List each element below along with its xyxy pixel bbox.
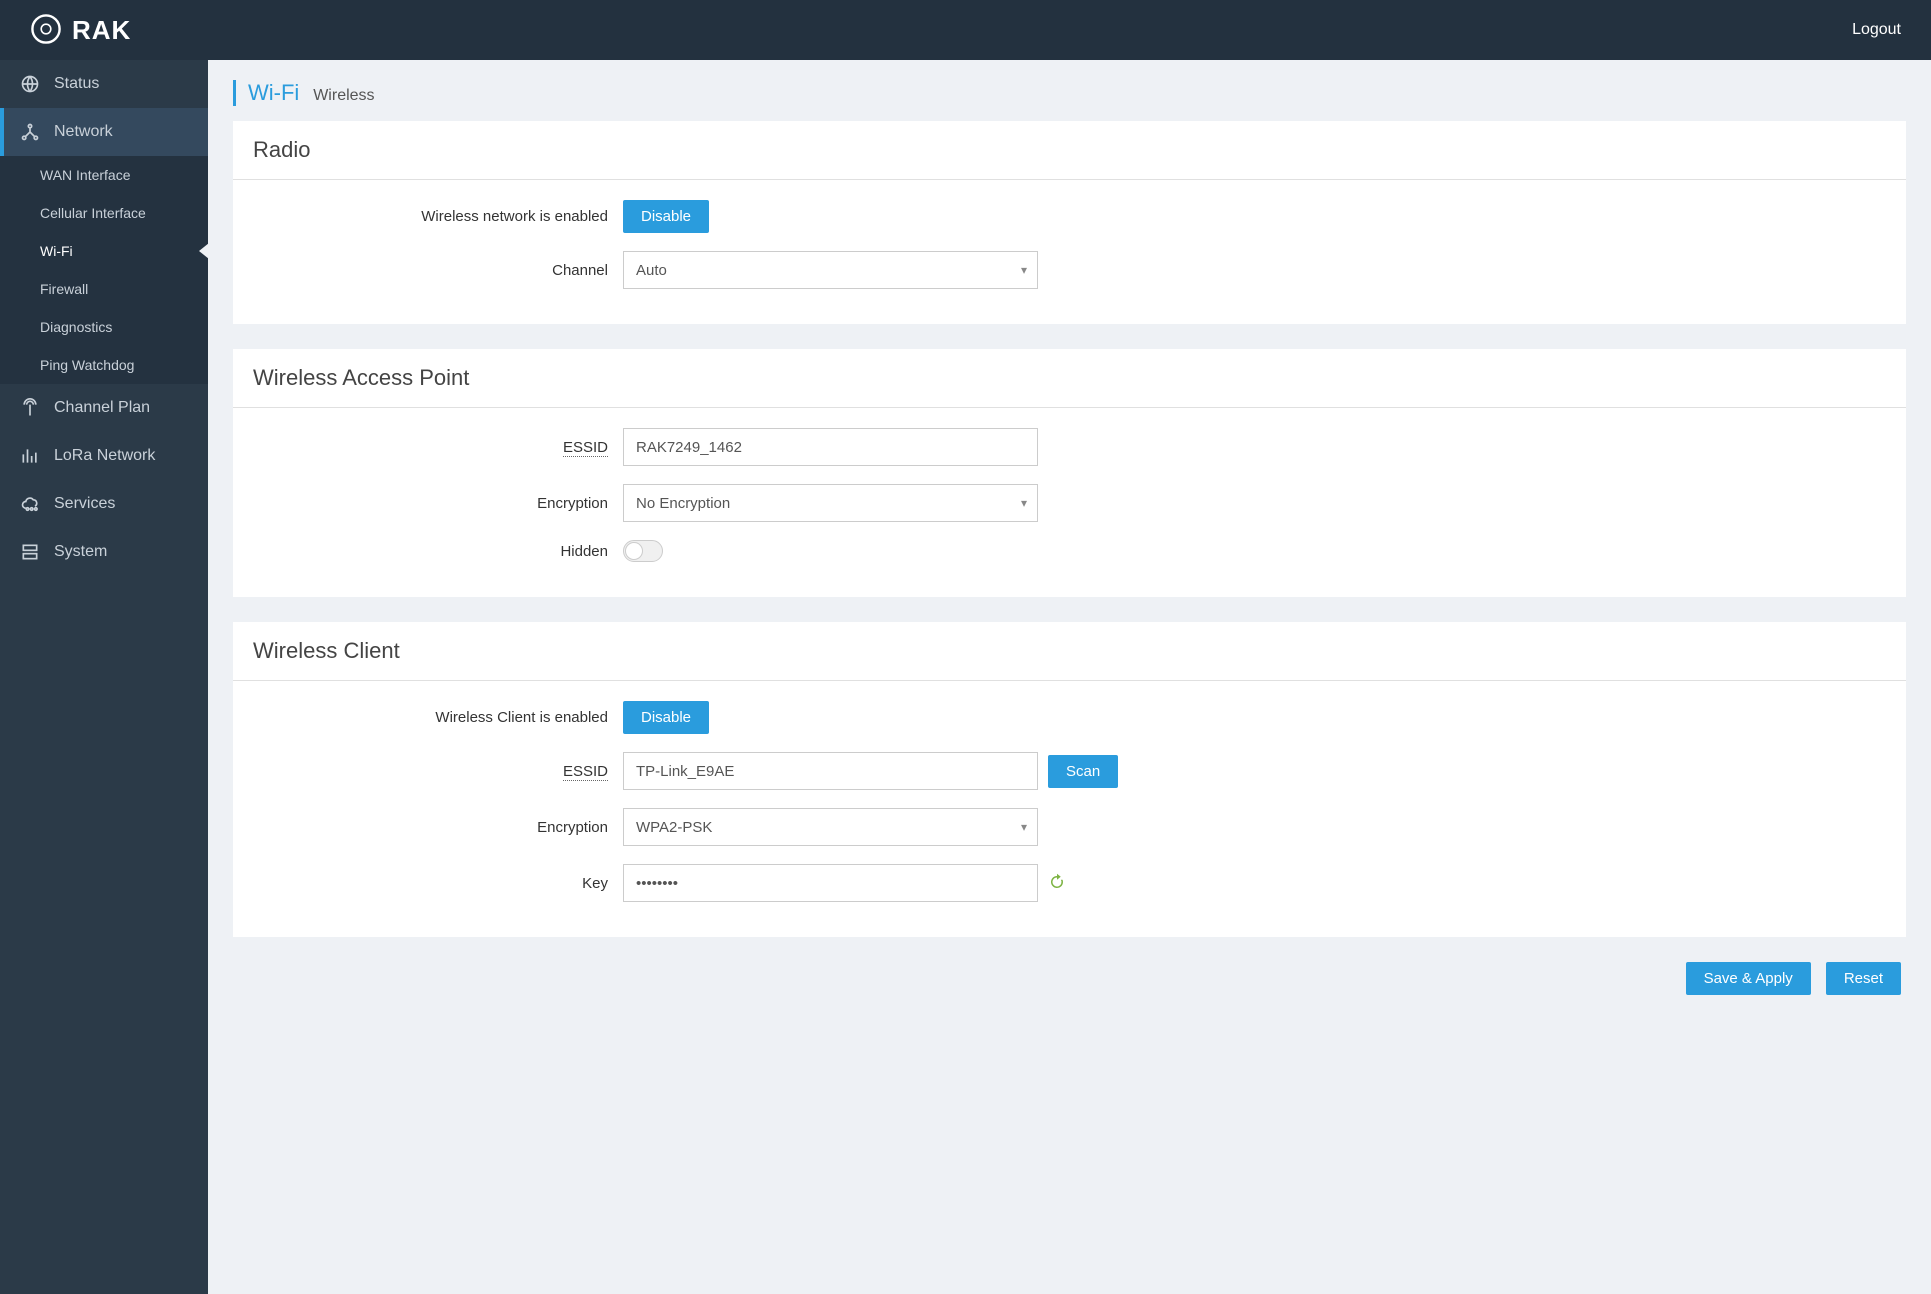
brand-text: RAK — [72, 15, 131, 46]
panel-wireless-client: Wireless Client Wireless Client is enabl… — [233, 622, 1906, 937]
sidebar-label: LoRa Network — [54, 447, 155, 465]
scan-button[interactable]: Scan — [1048, 755, 1118, 788]
client-encryption-select[interactable]: WPA2-PSK — [623, 808, 1038, 846]
sidebar-sub-firewall[interactable]: Firewall — [0, 270, 208, 308]
save-apply-button[interactable]: Save & Apply — [1686, 962, 1811, 995]
sidebar-label: System — [54, 543, 107, 561]
client-key-input[interactable] — [623, 864, 1038, 902]
brand-logo: RAK — [30, 13, 131, 48]
ap-hidden-toggle[interactable] — [623, 540, 663, 562]
ap-encryption-select[interactable]: No Encryption — [623, 484, 1038, 522]
panel-title: Wireless Access Point — [233, 349, 1906, 408]
sidebar-subitems-network: WAN Interface Cellular Interface Wi-Fi F… — [0, 156, 208, 384]
sidebar-item-system[interactable]: System — [0, 528, 208, 576]
brand-icon — [30, 13, 62, 48]
sidebar-sub-wifi[interactable]: Wi-Fi — [0, 232, 208, 270]
ap-essid-input[interactable] — [623, 428, 1038, 466]
logout-link[interactable]: Logout — [1852, 21, 1901, 39]
top-bar: RAK Logout — [0, 0, 1931, 60]
sidebar-item-services[interactable]: Services — [0, 480, 208, 528]
breadcrumb: Wi-Fi Wireless — [233, 80, 1906, 106]
client-essid-label: ESSID — [563, 763, 608, 781]
ap-essid-label: ESSID — [563, 439, 608, 457]
refresh-icon[interactable] — [1048, 873, 1066, 894]
sidebar-sub-wan[interactable]: WAN Interface — [0, 156, 208, 194]
panel-title: Radio — [233, 121, 1906, 180]
ap-encryption-label: Encryption — [253, 495, 623, 512]
bars-icon — [20, 446, 40, 466]
sidebar-label: Services — [54, 495, 115, 513]
client-disable-button[interactable]: Disable — [623, 701, 709, 734]
ap-hidden-label: Hidden — [253, 543, 623, 560]
channel-select[interactable]: Auto — [623, 251, 1038, 289]
network-icon — [20, 122, 40, 142]
client-key-label: Key — [253, 875, 623, 892]
sidebar-item-status[interactable]: Status — [0, 60, 208, 108]
sidebar-label: Network — [54, 123, 113, 141]
sidebar-sub-pingwatchdog[interactable]: Ping Watchdog — [0, 346, 208, 384]
client-status-label: Wireless Client is enabled — [253, 709, 623, 726]
sidebar-sub-cellular[interactable]: Cellular Interface — [0, 194, 208, 232]
antenna-icon — [20, 398, 40, 418]
sidebar-label: Status — [54, 75, 99, 93]
globe-icon — [20, 74, 40, 94]
reset-button[interactable]: Reset — [1826, 962, 1901, 995]
sidebar: Status Network WAN Interface Cellular In… — [0, 60, 208, 1294]
sidebar-label: Channel Plan — [54, 399, 150, 417]
panel-radio: Radio Wireless network is enabled Disabl… — [233, 121, 1906, 324]
panel-title: Wireless Client — [233, 622, 1906, 681]
sidebar-section-network: Network WAN Interface Cellular Interface… — [0, 108, 208, 384]
server-icon — [20, 542, 40, 562]
action-bar: Save & Apply Reset — [233, 962, 1906, 995]
sidebar-item-network[interactable]: Network — [0, 108, 208, 156]
channel-label: Channel — [253, 262, 623, 279]
breadcrumb-sub: Wireless — [313, 87, 374, 104]
panel-access-point: Wireless Access Point ESSID Encryption N… — [233, 349, 1906, 597]
client-essid-input[interactable] — [623, 752, 1038, 790]
sidebar-sub-diagnostics[interactable]: Diagnostics — [0, 308, 208, 346]
cloud-icon — [20, 494, 40, 514]
sidebar-item-lora-network[interactable]: LoRa Network — [0, 432, 208, 480]
radio-status-label: Wireless network is enabled — [253, 208, 623, 225]
client-encryption-label: Encryption — [253, 819, 623, 836]
radio-disable-button[interactable]: Disable — [623, 200, 709, 233]
content-area: Wi-Fi Wireless Radio Wireless network is… — [208, 60, 1931, 1294]
breadcrumb-main: Wi-Fi — [248, 80, 299, 105]
sidebar-item-channel-plan[interactable]: Channel Plan — [0, 384, 208, 432]
